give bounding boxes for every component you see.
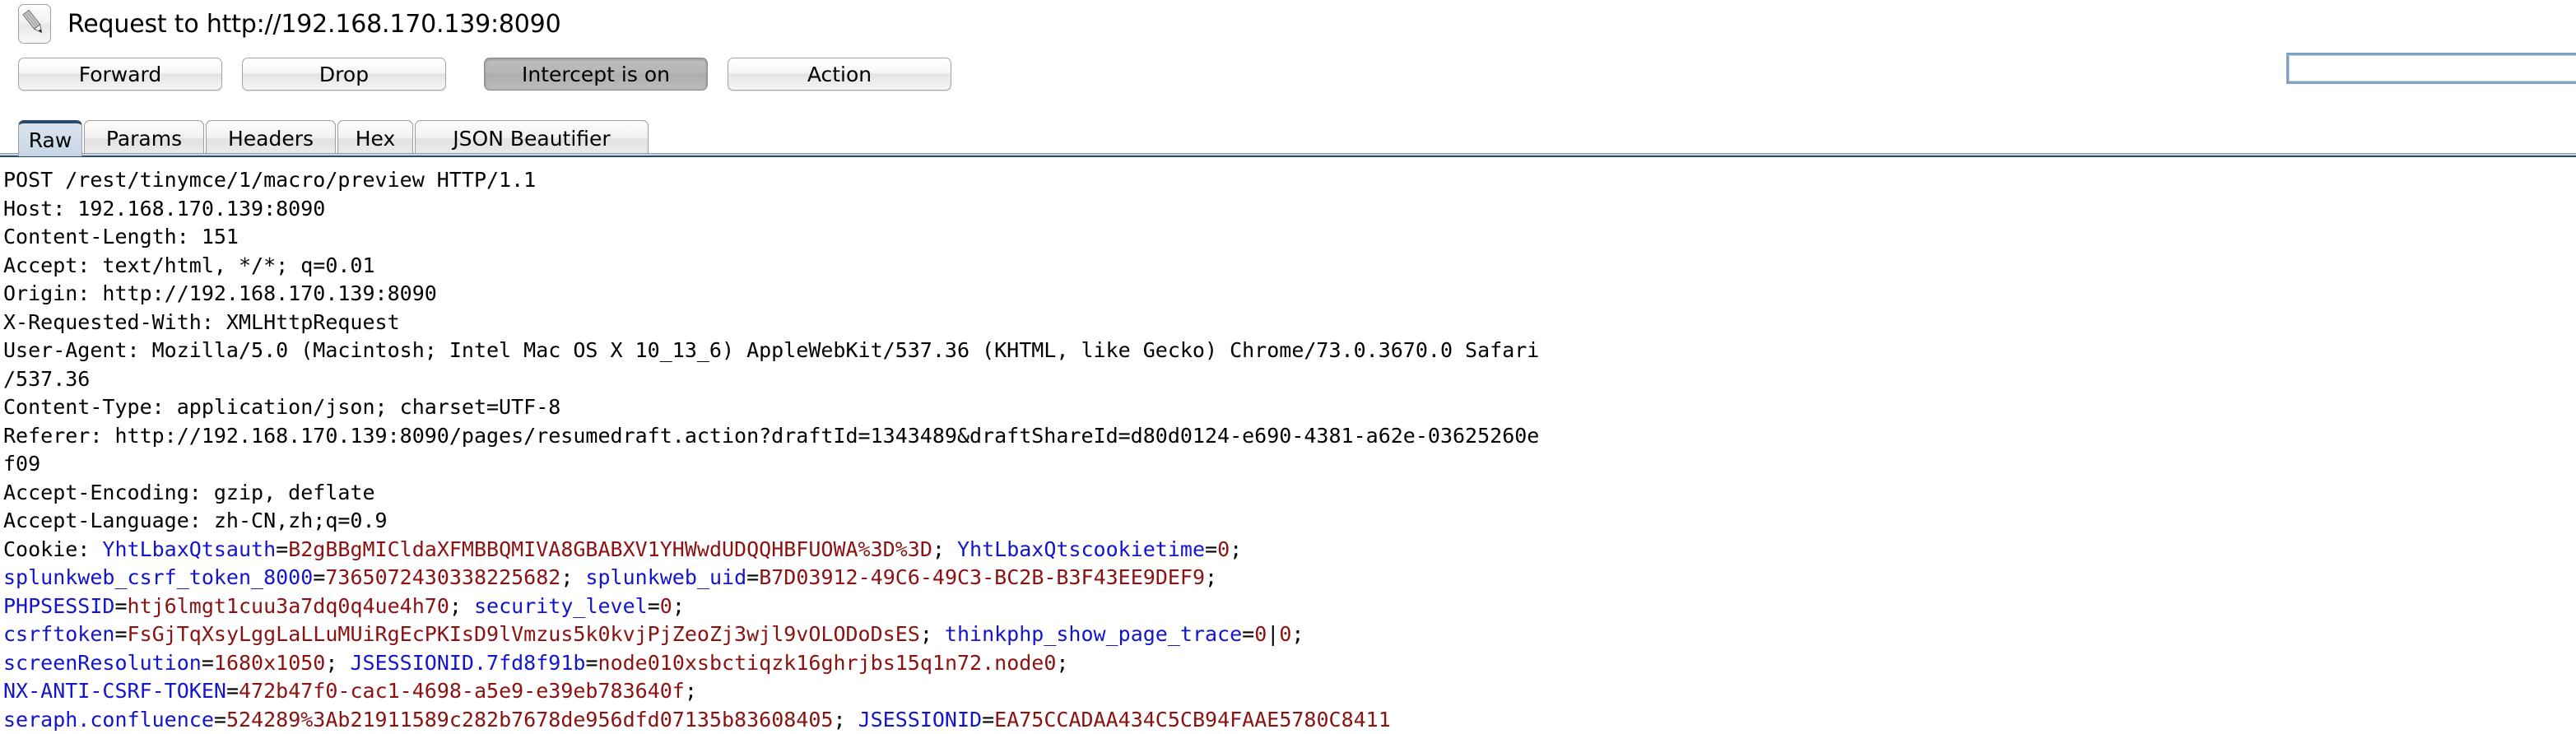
- request-line: Referer: http://192.168.170.139:8090/pag…: [3, 423, 1540, 448]
- request-line: splunkweb_csrf_token_8000=73650724303382…: [3, 565, 1230, 589]
- action-button[interactable]: Action: [728, 58, 951, 91]
- pencil-edit-icon: [18, 4, 51, 44]
- request-line: screenResolution=1680x1050; JSESSIONID.7…: [3, 650, 1081, 675]
- request-line: Content-Length: 151: [3, 225, 239, 249]
- request-title-bar: Request to http://192.168.170.139:8090: [0, 0, 2576, 48]
- request-line: /537.36: [3, 366, 91, 391]
- tab-hex[interactable]: Hex: [337, 120, 413, 156]
- request-line: PHPSESSID=htj6lmgt1cuu3a7dq0q4ue4h70; se…: [3, 593, 697, 618]
- request-line: Cookie: YhtLbaxQtsauth=B2gBBgMICldaXFMBB…: [3, 537, 1255, 561]
- request-line: Accept-Language: zh-CN,zh;q=0.9: [3, 509, 388, 532]
- request-title-text: Request to http://192.168.170.139:8090: [67, 9, 561, 39]
- proxy-intercept-panel: Request to http://192.168.170.139:8090 F…: [0, 0, 2576, 734]
- request-line: POST /rest/tinymce/1/macro/preview HTTP/…: [3, 168, 537, 192]
- request-line: csrftoken=FsGjTqXsyLggLaLLuMUiRgEcPKIsD9…: [3, 622, 1317, 646]
- request-line: Accept-Encoding: gzip, deflate: [3, 480, 375, 504]
- request-line: Host: 192.168.170.139:8090: [3, 196, 326, 221]
- search-field-wrapper[interactable]: [2286, 53, 2576, 84]
- search-input[interactable]: [2289, 55, 2576, 81]
- tab-underline-divider: [0, 153, 2576, 157]
- tab-params[interactable]: Params: [84, 120, 204, 156]
- request-line: X-Requested-With: XMLHttpRequest: [3, 309, 400, 334]
- drop-button[interactable]: Drop: [242, 58, 446, 91]
- forward-button[interactable]: Forward: [18, 58, 222, 91]
- request-line: Accept: text/html, */*; q=0.01: [3, 253, 375, 277]
- request-line: NX-ANTI-CSRF-TOKEN=472b47f0-cac1-4698-a5…: [3, 679, 709, 703]
- request-line: f09: [3, 452, 41, 476]
- intercept-toggle-button[interactable]: Intercept is on: [484, 58, 708, 91]
- raw-request-editor[interactable]: POST /rest/tinymce/1/macro/preview HTTP/…: [0, 161, 2576, 734]
- request-line: User-Agent: Mozilla/5.0 (Macintosh; Inte…: [3, 338, 1540, 362]
- request-line: Origin: http://192.168.170.139:8090: [3, 281, 437, 305]
- tab-json-beautifier[interactable]: JSON Beautifier: [415, 120, 649, 156]
- request-line: seraph.confluence=524289%3Ab21911589c282…: [3, 707, 1391, 732]
- message-tab-row: Raw Params Headers Hex JSON Beautifier: [0, 117, 2576, 156]
- intercept-button-row: Forward Drop Intercept is on Action: [0, 51, 2576, 92]
- tab-headers[interactable]: Headers: [206, 120, 336, 156]
- tab-raw[interactable]: Raw: [18, 120, 82, 156]
- request-line: Content-Type: application/json; charset=…: [3, 395, 561, 419]
